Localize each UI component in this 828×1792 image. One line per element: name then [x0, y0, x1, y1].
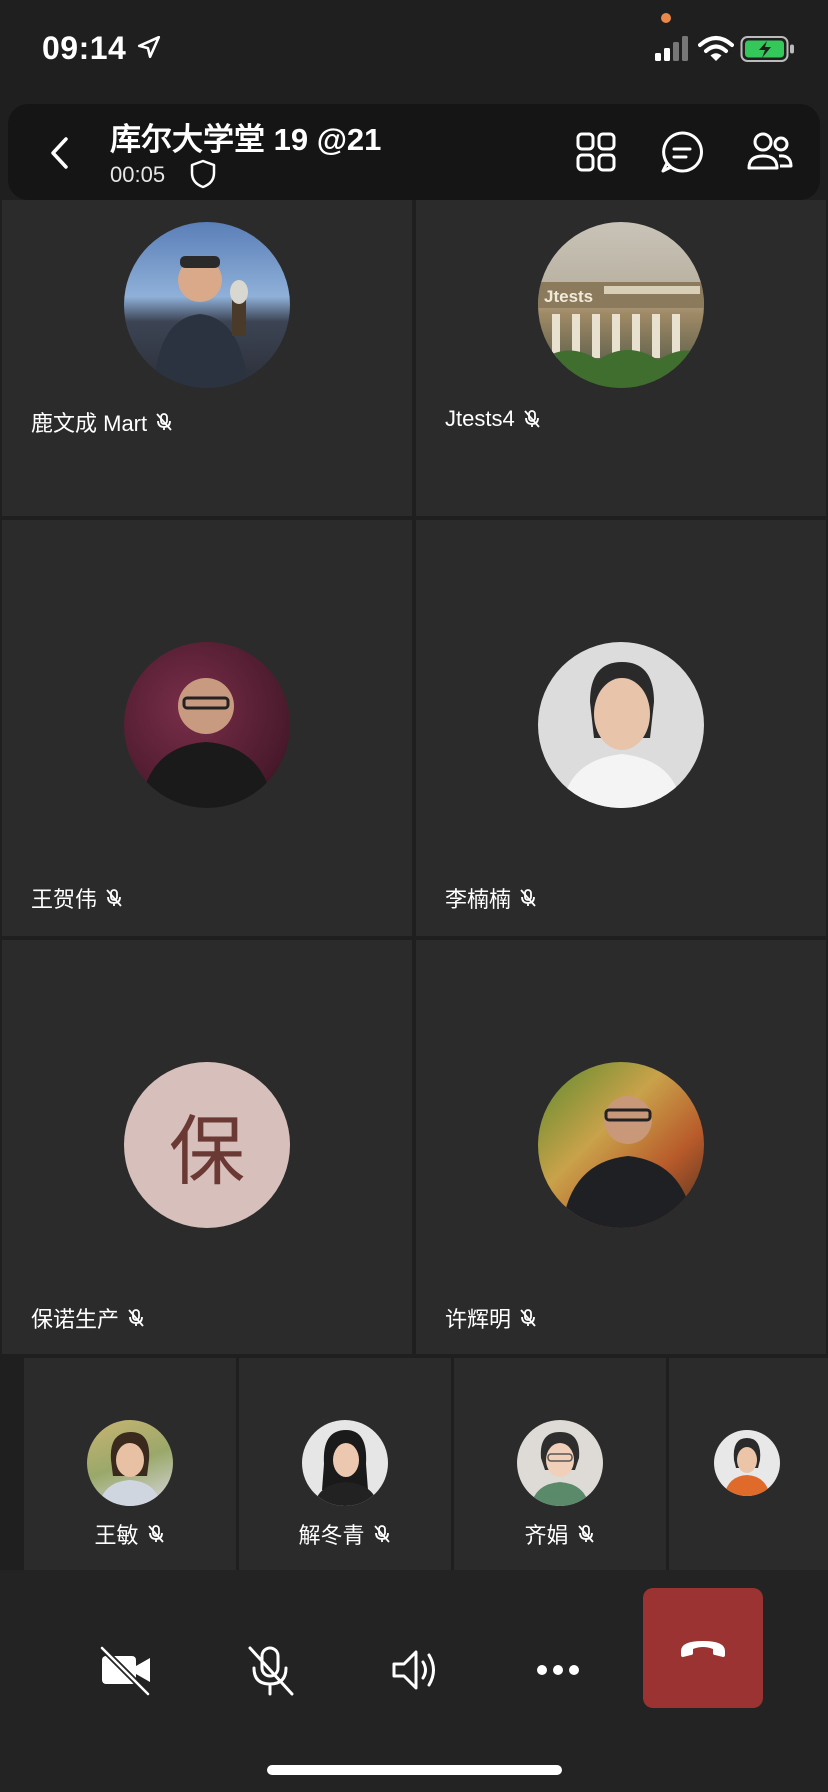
status-time: 09:14 [42, 30, 127, 66]
participant-avatar [538, 1062, 704, 1228]
participant-tile[interactable]: 鹿文成 Mart [2, 200, 412, 516]
strip-participant-tile[interactable]: 王敏 [24, 1358, 236, 1570]
participant-avatar [87, 1420, 173, 1506]
participant-name: 许辉明 [445, 1307, 512, 1332]
person-silhouette-icon [154, 256, 248, 388]
participant-tile[interactable]: 保 保诺生产 [2, 940, 412, 1354]
participant-initial-avatar: 保 [124, 1062, 290, 1228]
participant-name: 王敏 [94, 1523, 139, 1548]
participant-name: 王贺伟 [31, 887, 98, 912]
strip-participant-tile[interactable]: 解冬青 [239, 1358, 451, 1570]
participant-name: Jtests4 [445, 406, 515, 431]
participant-name-row: 许辉明 [445, 1302, 538, 1334]
participant-name: 保诺生产 [31, 1307, 120, 1332]
mic-muted-icon [373, 1525, 390, 1543]
back-chevron-icon[interactable] [44, 134, 78, 172]
mic-muted-icon [520, 1309, 536, 1327]
participant-avatar [302, 1420, 388, 1506]
participant-name-row: 齐娟 [454, 1518, 666, 1550]
participant-avatar: Jtests [538, 222, 704, 388]
gallery-layout-button[interactable] [570, 126, 622, 178]
speaker-button[interactable] [378, 1634, 450, 1706]
strip-participant-tile[interactable]: 齐娟 [454, 1358, 666, 1570]
participant-avatar [517, 1420, 603, 1506]
cellular-signal-icon [655, 36, 688, 61]
meeting-timer: 00:05 [110, 162, 166, 187]
speaker-icon [392, 1650, 435, 1690]
participant-avatar [538, 642, 704, 808]
meeting-header: 库尔大学堂 19 @21 00:05 [8, 104, 820, 200]
participant-name: 解冬青 [298, 1523, 365, 1548]
people-icon [747, 132, 793, 170]
microphone-toggle-button[interactable] [234, 1634, 306, 1706]
participant-name-row: 鹿文成 Mart [31, 406, 174, 438]
meeting-title: 库尔大学堂 19 @21 [110, 122, 382, 157]
camera-toggle-button[interactable] [90, 1634, 162, 1706]
participant-tile[interactable]: 王贺伟 [2, 520, 412, 936]
more-icon [537, 1665, 579, 1675]
person-silhouette-icon [99, 1432, 161, 1506]
chat-icon [661, 131, 703, 173]
participant-tile[interactable]: Jtests Jtests4 [416, 200, 826, 516]
participant-name-row: 李楠楠 [445, 882, 538, 914]
mic-muted-icon [147, 1525, 164, 1543]
person-silhouette-icon [562, 662, 682, 808]
hang-up-icon [681, 1641, 725, 1657]
participant-name: 李楠楠 [445, 887, 512, 912]
participant-tile[interactable]: 李楠楠 [416, 520, 826, 936]
battery-charging-icon [740, 36, 794, 62]
participant-name: 齐娟 [524, 1523, 569, 1548]
shield-icon [190, 159, 216, 189]
svg-text:Jtests: Jtests [544, 287, 593, 306]
chat-button[interactable] [656, 126, 708, 178]
mic-muted-icon [128, 1309, 144, 1327]
mic-muted-icon [156, 413, 172, 431]
location-arrow-icon [137, 35, 161, 59]
hang-up-button[interactable] [643, 1588, 763, 1708]
person-silhouette-icon [531, 1432, 589, 1506]
camera-off-icon [99, 1645, 151, 1697]
participants-button[interactable] [744, 126, 796, 178]
participant-tile[interactable]: 许辉明 [416, 940, 826, 1354]
person-silhouette-icon [314, 1430, 378, 1506]
person-silhouette-icon [140, 678, 274, 808]
participant-name-row: 王敏 [24, 1518, 236, 1550]
strip-participant-tile[interactable] [669, 1358, 828, 1570]
mic-muted-icon [106, 889, 122, 907]
participant-avatar [124, 642, 290, 808]
participant-avatar [714, 1430, 780, 1496]
participant-name-row: Jtests4 [445, 406, 542, 432]
person-silhouette-icon [562, 1096, 694, 1228]
privacy-indicator-dot [661, 13, 671, 23]
participant-avatar [124, 222, 290, 388]
mic-muted-icon [520, 889, 536, 907]
office-wall-image: Jtests [538, 282, 704, 388]
participant-name-row: 解冬青 [239, 1518, 451, 1550]
home-indicator[interactable] [267, 1765, 562, 1775]
participant-name: 鹿文成 Mart [31, 411, 148, 436]
mic-muted-icon [524, 410, 540, 428]
participant-name-row: 王贺伟 [31, 882, 124, 914]
person-silhouette-icon [724, 1438, 770, 1496]
status-bar: 09:14 [0, 0, 828, 96]
wifi-icon [698, 36, 734, 61]
more-options-button[interactable] [522, 1634, 594, 1706]
mic-muted-icon [577, 1525, 594, 1543]
grid-icon [576, 132, 616, 172]
participant-name-row: 保诺生产 [31, 1302, 146, 1334]
mic-off-icon [248, 1646, 294, 1696]
call-control-bar [0, 1570, 828, 1792]
